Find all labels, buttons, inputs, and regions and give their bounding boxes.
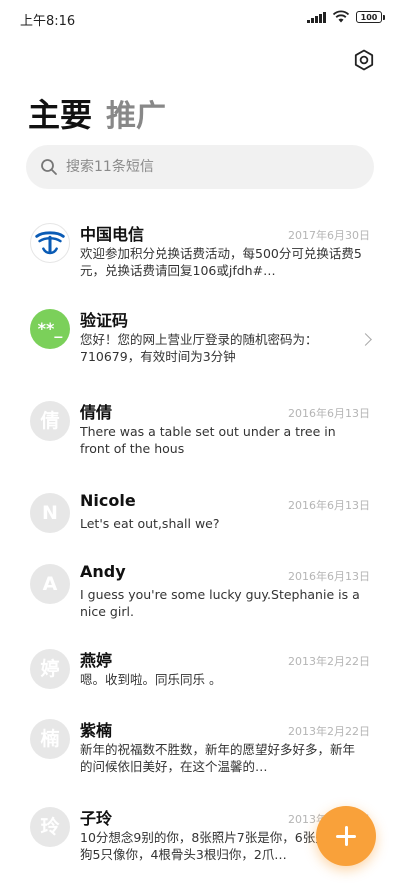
contact-name: 燕婷 [80, 651, 113, 670]
contact-name: 子玲 [80, 809, 113, 828]
conversation-item[interactable]: 中国电信 2017年6月30日 欢迎参加积分兑换话费活动，每500分可兑换话费5… [0, 215, 400, 295]
message-date: 2013年2月22日 [288, 725, 370, 738]
settings-hexagon-icon[interactable] [352, 48, 376, 72]
category-tabs: 主要 推广 [28, 90, 166, 136]
conversation-item[interactable]: 倩 倩倩 2016年6月13日 There was a table set ou… [0, 393, 400, 473]
contact-name: Nicole [80, 491, 136, 510]
avatar: 楠 [30, 719, 70, 759]
contact-name: 验证码 [80, 311, 129, 330]
avatar: 婷 [30, 649, 70, 689]
contact-name: 倩倩 [80, 403, 113, 422]
message-snippet: I guess you're some lucky guy.Stephanie … [80, 587, 360, 619]
contact-name: Andy [80, 562, 126, 581]
message-date: 2013年2月22日 [288, 655, 370, 668]
signal-icon [307, 11, 326, 23]
message-snippet: 新年的祝福数不胜数，新年的愿望好多好多，新年的问候依旧美好，在这个温馨的… [80, 742, 356, 774]
message-snippet: Let's eat out,shall we? [80, 516, 220, 531]
conversation-item[interactable]: **_ 验证码 您好！您的网上营业厅登录的随机密码为：710679，有效时间为3… [0, 301, 400, 381]
wifi-icon [332, 10, 350, 23]
message-snippet: 您好！您的网上营业厅登录的随机密码为：710679，有效时间为3分钟 [80, 332, 318, 364]
avatar: N [30, 493, 70, 533]
battery-icon: 100 [356, 10, 385, 23]
status-time: 上午8:16 [20, 14, 76, 29]
avatar: 玲 [30, 807, 70, 847]
contact-name: 紫楠 [80, 721, 113, 740]
conversation-item[interactable]: N Nicole 2016年6月13日 Let's eat out,shall … [0, 485, 400, 565]
message-date: 2017年6月30日 [288, 229, 370, 242]
avatar [30, 223, 70, 263]
message-snippet: 嗯。收到啦。同乐同乐 。 [80, 672, 222, 687]
search-bar[interactable] [26, 145, 374, 189]
conversation-item[interactable]: 婷 燕婷 2013年2月22日 嗯。收到啦。同乐同乐 。 [0, 641, 400, 721]
status-bar: 上午8:16 100 [0, 0, 400, 36]
avatar: A [30, 564, 70, 604]
conversation-item[interactable]: 楠 紫楠 2013年2月22日 新年的祝福数不胜数，新年的愿望好多好多，新年的问… [0, 711, 400, 791]
status-icons: 100 [307, 10, 385, 23]
message-date: 2016年6月13日 [288, 407, 370, 420]
message-snippet: There was a table set out under a tree i… [80, 424, 336, 456]
message-snippet: 欢迎参加积分兑换话费活动，每500分可兑换话费5元，兑换话费请回复106或jfd… [80, 246, 362, 278]
tab-promotions[interactable]: 推广 [106, 91, 166, 135]
contact-name: 中国电信 [80, 225, 145, 244]
avatar: **_ [30, 309, 70, 349]
search-input[interactable] [66, 145, 356, 189]
message-date: 2016年6月13日 [288, 499, 370, 512]
new-message-button[interactable] [316, 806, 376, 866]
conversation-item[interactable]: A Andy 2016年6月13日 I guess you're some lu… [0, 556, 400, 636]
message-date: 2016年6月13日 [288, 570, 370, 583]
china-telecom-logo [35, 231, 65, 255]
tab-primary[interactable]: 主要 [28, 90, 92, 136]
avatar: 倩 [30, 401, 70, 441]
search-icon [41, 159, 57, 175]
